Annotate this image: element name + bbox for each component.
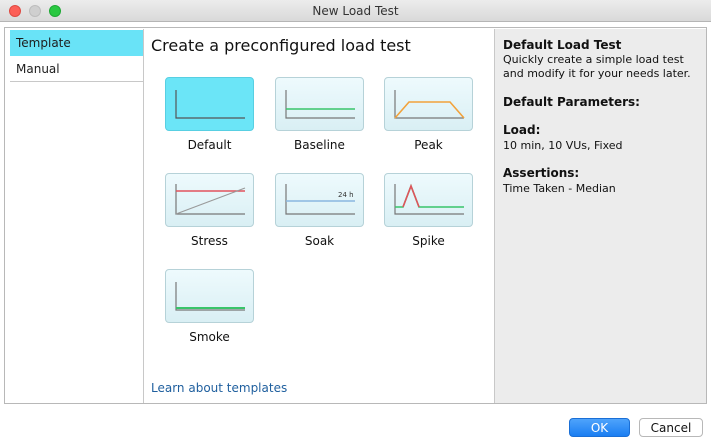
template-soak-tile[interactable]: 24 h [275, 173, 364, 227]
default-parameters-heading: Default Parameters: [503, 95, 640, 109]
default-chart-icon [175, 90, 245, 119]
template-smoke-tile[interactable] [165, 269, 254, 323]
page-title: Create a preconfigured load test [151, 36, 411, 55]
stress-chart-icon [175, 184, 246, 215]
template-smoke-label: Smoke [189, 330, 230, 344]
template-peak-tile[interactable] [384, 77, 473, 131]
ok-button[interactable]: OK [569, 418, 630, 437]
template-stress-label: Stress [191, 234, 228, 248]
sidebar-item-manual[interactable]: Manual [10, 56, 143, 82]
template-default-label: Default [187, 138, 232, 152]
template-peak-label: Peak [414, 138, 443, 152]
peak-chart-icon [394, 90, 465, 119]
load-value: 10 min, 10 VUs, Fixed [503, 139, 623, 152]
template-stress-tile[interactable] [165, 173, 254, 227]
spike-chart-icon [394, 183, 464, 215]
sidebar-item-template[interactable]: Template [10, 30, 143, 56]
baseline-chart-icon [285, 90, 355, 119]
assertions-heading: Assertions: [503, 166, 580, 180]
soak-duration-badge: 24 h [338, 191, 354, 199]
template-baseline-tile[interactable] [275, 77, 364, 131]
template-spike-tile[interactable] [384, 173, 473, 227]
load-heading: Load: [503, 123, 541, 137]
details-description-line2: and modify it for your needs later. [503, 67, 691, 80]
details-description-line1: Quickly create a simple load test [503, 53, 684, 66]
smoke-chart-icon [175, 282, 245, 311]
window-title: New Load Test [312, 4, 399, 18]
details-panel: Default Load Test Quickly create a simpl… [494, 29, 706, 403]
details-title: Default Load Test [503, 38, 622, 52]
assertions-value: Time Taken - Median [503, 182, 616, 195]
soak-chart-icon: 24 h [285, 184, 355, 215]
sidebar: Template Manual [10, 29, 144, 403]
learn-about-templates-link[interactable]: Learn about templates [151, 381, 287, 395]
template-baseline-label: Baseline [294, 138, 345, 152]
template-spike-label: Spike [412, 234, 445, 248]
template-default-tile[interactable] [165, 77, 254, 131]
dialog-content: Template Manual Create a preconfigured l… [4, 27, 707, 404]
cancel-button[interactable]: Cancel [639, 418, 703, 437]
template-soak-label: Soak [304, 234, 335, 248]
title-bar: New Load Test [0, 0, 711, 22]
